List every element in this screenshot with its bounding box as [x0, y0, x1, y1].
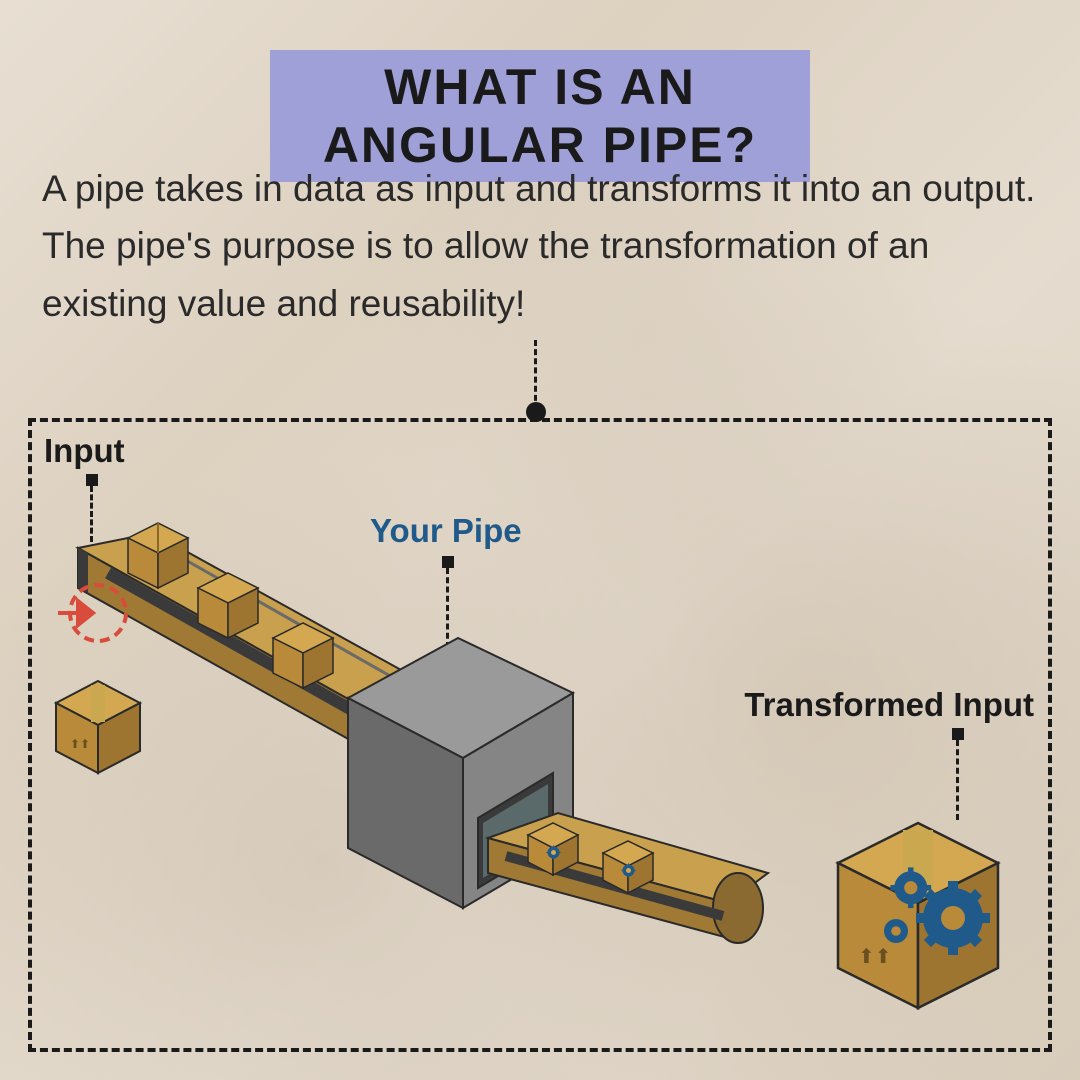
conveyor-diagram: ⬆⬆ — [28, 418, 1052, 1052]
input-box-standalone: ⬆⬆ — [56, 681, 140, 773]
svg-text:⬆⬆: ⬆⬆ — [70, 737, 90, 751]
input-box-3 — [273, 623, 333, 688]
input-box-1 — [128, 523, 188, 588]
top-connector-line — [534, 340, 537, 410]
input-box-2 — [198, 573, 258, 638]
page-title: WHAT IS AN ANGULAR PIPE? — [310, 58, 770, 174]
description-text: A pipe takes in data as input and transf… — [42, 160, 1038, 332]
output-box-large: ⬆⬆ — [838, 823, 998, 1008]
svg-text:⬆⬆: ⬆⬆ — [858, 946, 892, 968]
